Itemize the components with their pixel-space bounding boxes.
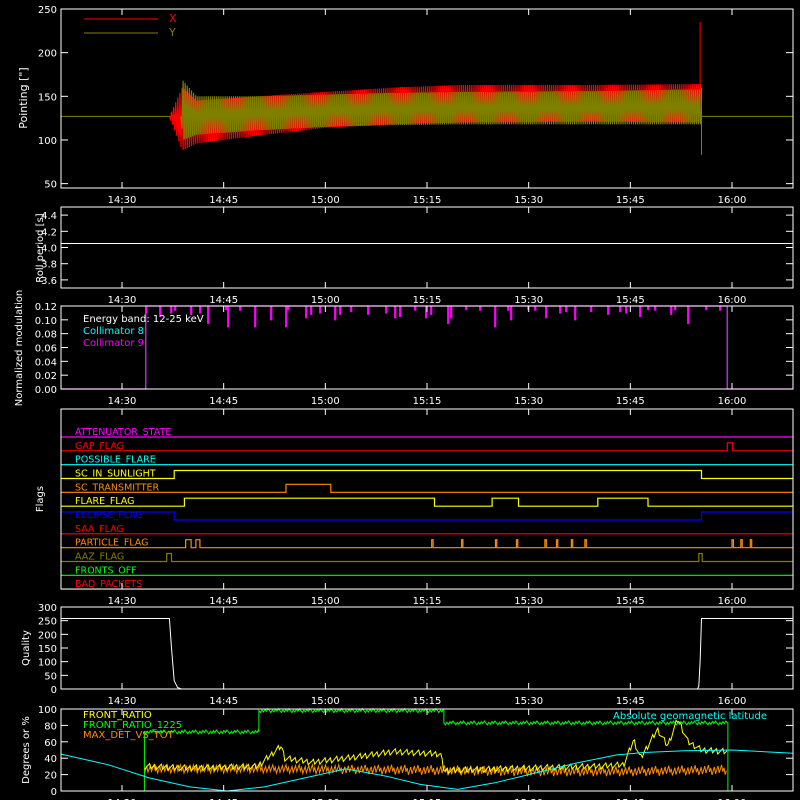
time-tick-label: 14:30 bbox=[108, 295, 137, 306]
y-tick-label: 0.10 bbox=[35, 316, 57, 327]
pointing-ylabel: Pointing ["] bbox=[17, 67, 30, 128]
time-tick-label: 15:15 bbox=[413, 396, 442, 407]
time-tick-label: 14:30 bbox=[108, 596, 137, 607]
time-tick-label: 15:15 bbox=[413, 596, 442, 607]
time-tick-label: 15:30 bbox=[514, 396, 543, 407]
roll-ylabel: Roll period [s] bbox=[35, 213, 46, 282]
time-tick-label: 15:00 bbox=[311, 596, 340, 607]
flag-label-saa-flag: SAA_FLAG bbox=[75, 524, 124, 535]
y-tick-label: 0 bbox=[51, 685, 57, 696]
y-tick-label: 0.04 bbox=[35, 357, 57, 368]
time-tick-label: 14:30 bbox=[108, 696, 137, 707]
time-tick-label: 15:00 bbox=[311, 295, 340, 306]
flag-label-flare-flag: FLARE_FLAG bbox=[75, 496, 135, 507]
y-tick-label: 100 bbox=[38, 136, 57, 147]
y-tick-label: 20 bbox=[44, 771, 57, 782]
time-tick-label: 14:45 bbox=[209, 295, 238, 306]
time-tick-label: 15:45 bbox=[616, 396, 645, 407]
time-tick-label: 15:45 bbox=[616, 596, 645, 607]
time-tick-label: 15:30 bbox=[514, 596, 543, 607]
time-tick-label: 15:15 bbox=[413, 696, 442, 707]
y-tick-label: 0.02 bbox=[35, 371, 57, 382]
flag-label-attenuator-state: ATTENUATOR_STATE bbox=[75, 427, 171, 438]
y-tick-label: 100 bbox=[38, 705, 57, 716]
flag-label-fronts-off: FRONTS_OFF bbox=[75, 565, 137, 576]
flag-label-particle-flag: PARTICLE_FLAG bbox=[75, 538, 148, 549]
time-tick-label: 15:30 bbox=[514, 295, 543, 306]
time-tick-label: 15:45 bbox=[616, 696, 645, 707]
flag-label-sc-transmitter: SC_TRANSMITTER bbox=[75, 482, 160, 493]
y-tick-label: 150 bbox=[38, 92, 57, 103]
modulation-ylabel: Normalized modulation bbox=[14, 290, 25, 407]
y-tick-label: 0.12 bbox=[35, 302, 57, 313]
modulation-annotation-c8: Collimator 8 bbox=[83, 326, 144, 337]
legend-y-label: Y bbox=[168, 26, 176, 39]
quality-ylabel: Quality bbox=[21, 630, 32, 666]
time-tick-label: 14:45 bbox=[209, 596, 238, 607]
time-tick-label: 14:45 bbox=[209, 195, 238, 206]
flags-ylabel: Flags bbox=[35, 486, 46, 512]
y-tick-label: 200 bbox=[38, 630, 57, 641]
time-tick-label: 15:30 bbox=[514, 195, 543, 206]
flag-label-aaz-flag: AAZ_FLAG bbox=[75, 552, 124, 563]
time-tick-label: 15:15 bbox=[413, 295, 442, 306]
time-tick-label: 16:00 bbox=[718, 195, 747, 206]
time-tick-label: 15:45 bbox=[616, 295, 645, 306]
modulation-annotation-c9: Collimator 9 bbox=[83, 338, 144, 349]
figure: 5010015020025014:30 14:45 15:00 15:15 15:30 1… bbox=[0, 0, 800, 800]
legend-geomag-lat: Absolute geomagnetic latitude bbox=[613, 711, 767, 722]
modulation-annotation-energy: Energy band: 12-25 keV bbox=[83, 314, 204, 325]
modulation-ylabel-text: Normalized modulation bbox=[14, 290, 25, 407]
y-tick-label: 0 bbox=[51, 787, 57, 798]
time-tick-label: 14:30 bbox=[108, 195, 137, 206]
y-tick-label: 250 bbox=[38, 5, 57, 16]
time-tick-label: 15:30 bbox=[514, 696, 543, 707]
time-tick-label: 16:00 bbox=[718, 295, 747, 306]
flag-label-eclipse-flag: ECLIPSE_FLAG bbox=[75, 510, 143, 521]
y-tick-label: 60 bbox=[44, 738, 57, 749]
time-tick-label: 16:00 bbox=[718, 596, 747, 607]
time-tick-label: 16:00 bbox=[718, 696, 747, 707]
y-tick-label: 300 bbox=[38, 603, 57, 614]
flag-label-sc-in-sunlight: SC_IN_SUNLIGHT bbox=[75, 469, 156, 480]
time-tick-label: 16:00 bbox=[718, 396, 747, 407]
time-tick-label: 15:45 bbox=[616, 195, 645, 206]
y-tick-label: 40 bbox=[44, 754, 57, 765]
flag-label-possible-flare: POSSIBLE_FLARE bbox=[75, 455, 156, 466]
y-tick-label: 50 bbox=[44, 180, 57, 191]
latitude-ylabel: Degrees or % bbox=[21, 716, 32, 784]
y-tick-label: 250 bbox=[38, 617, 57, 628]
time-tick-label: 14:45 bbox=[209, 696, 238, 707]
time-tick-label: 14:45 bbox=[209, 396, 238, 407]
y-tick-label: 0.00 bbox=[35, 385, 57, 396]
legend-max-det: MAX_DET_VS_TOT bbox=[83, 730, 175, 741]
y-tick-label: 0.08 bbox=[35, 330, 57, 341]
y-tick-label: 100 bbox=[38, 658, 57, 669]
y-tick-label: 50 bbox=[44, 671, 57, 682]
legend-x-label: X bbox=[169, 12, 177, 25]
y-tick-label: 80 bbox=[44, 721, 57, 732]
time-tick-label: 15:00 bbox=[311, 195, 340, 206]
y-tick-label: 0.06 bbox=[35, 344, 57, 355]
time-tick-label: 15:15 bbox=[413, 195, 442, 206]
y-tick-label: 200 bbox=[38, 49, 57, 60]
time-tick-label: 15:00 bbox=[311, 696, 340, 707]
y-tick-label: 150 bbox=[38, 644, 57, 655]
time-tick-label: 14:30 bbox=[108, 396, 137, 407]
flag-label-gap-flag: GAP_FLAG bbox=[75, 441, 124, 452]
time-tick-label: 15:00 bbox=[311, 396, 340, 407]
